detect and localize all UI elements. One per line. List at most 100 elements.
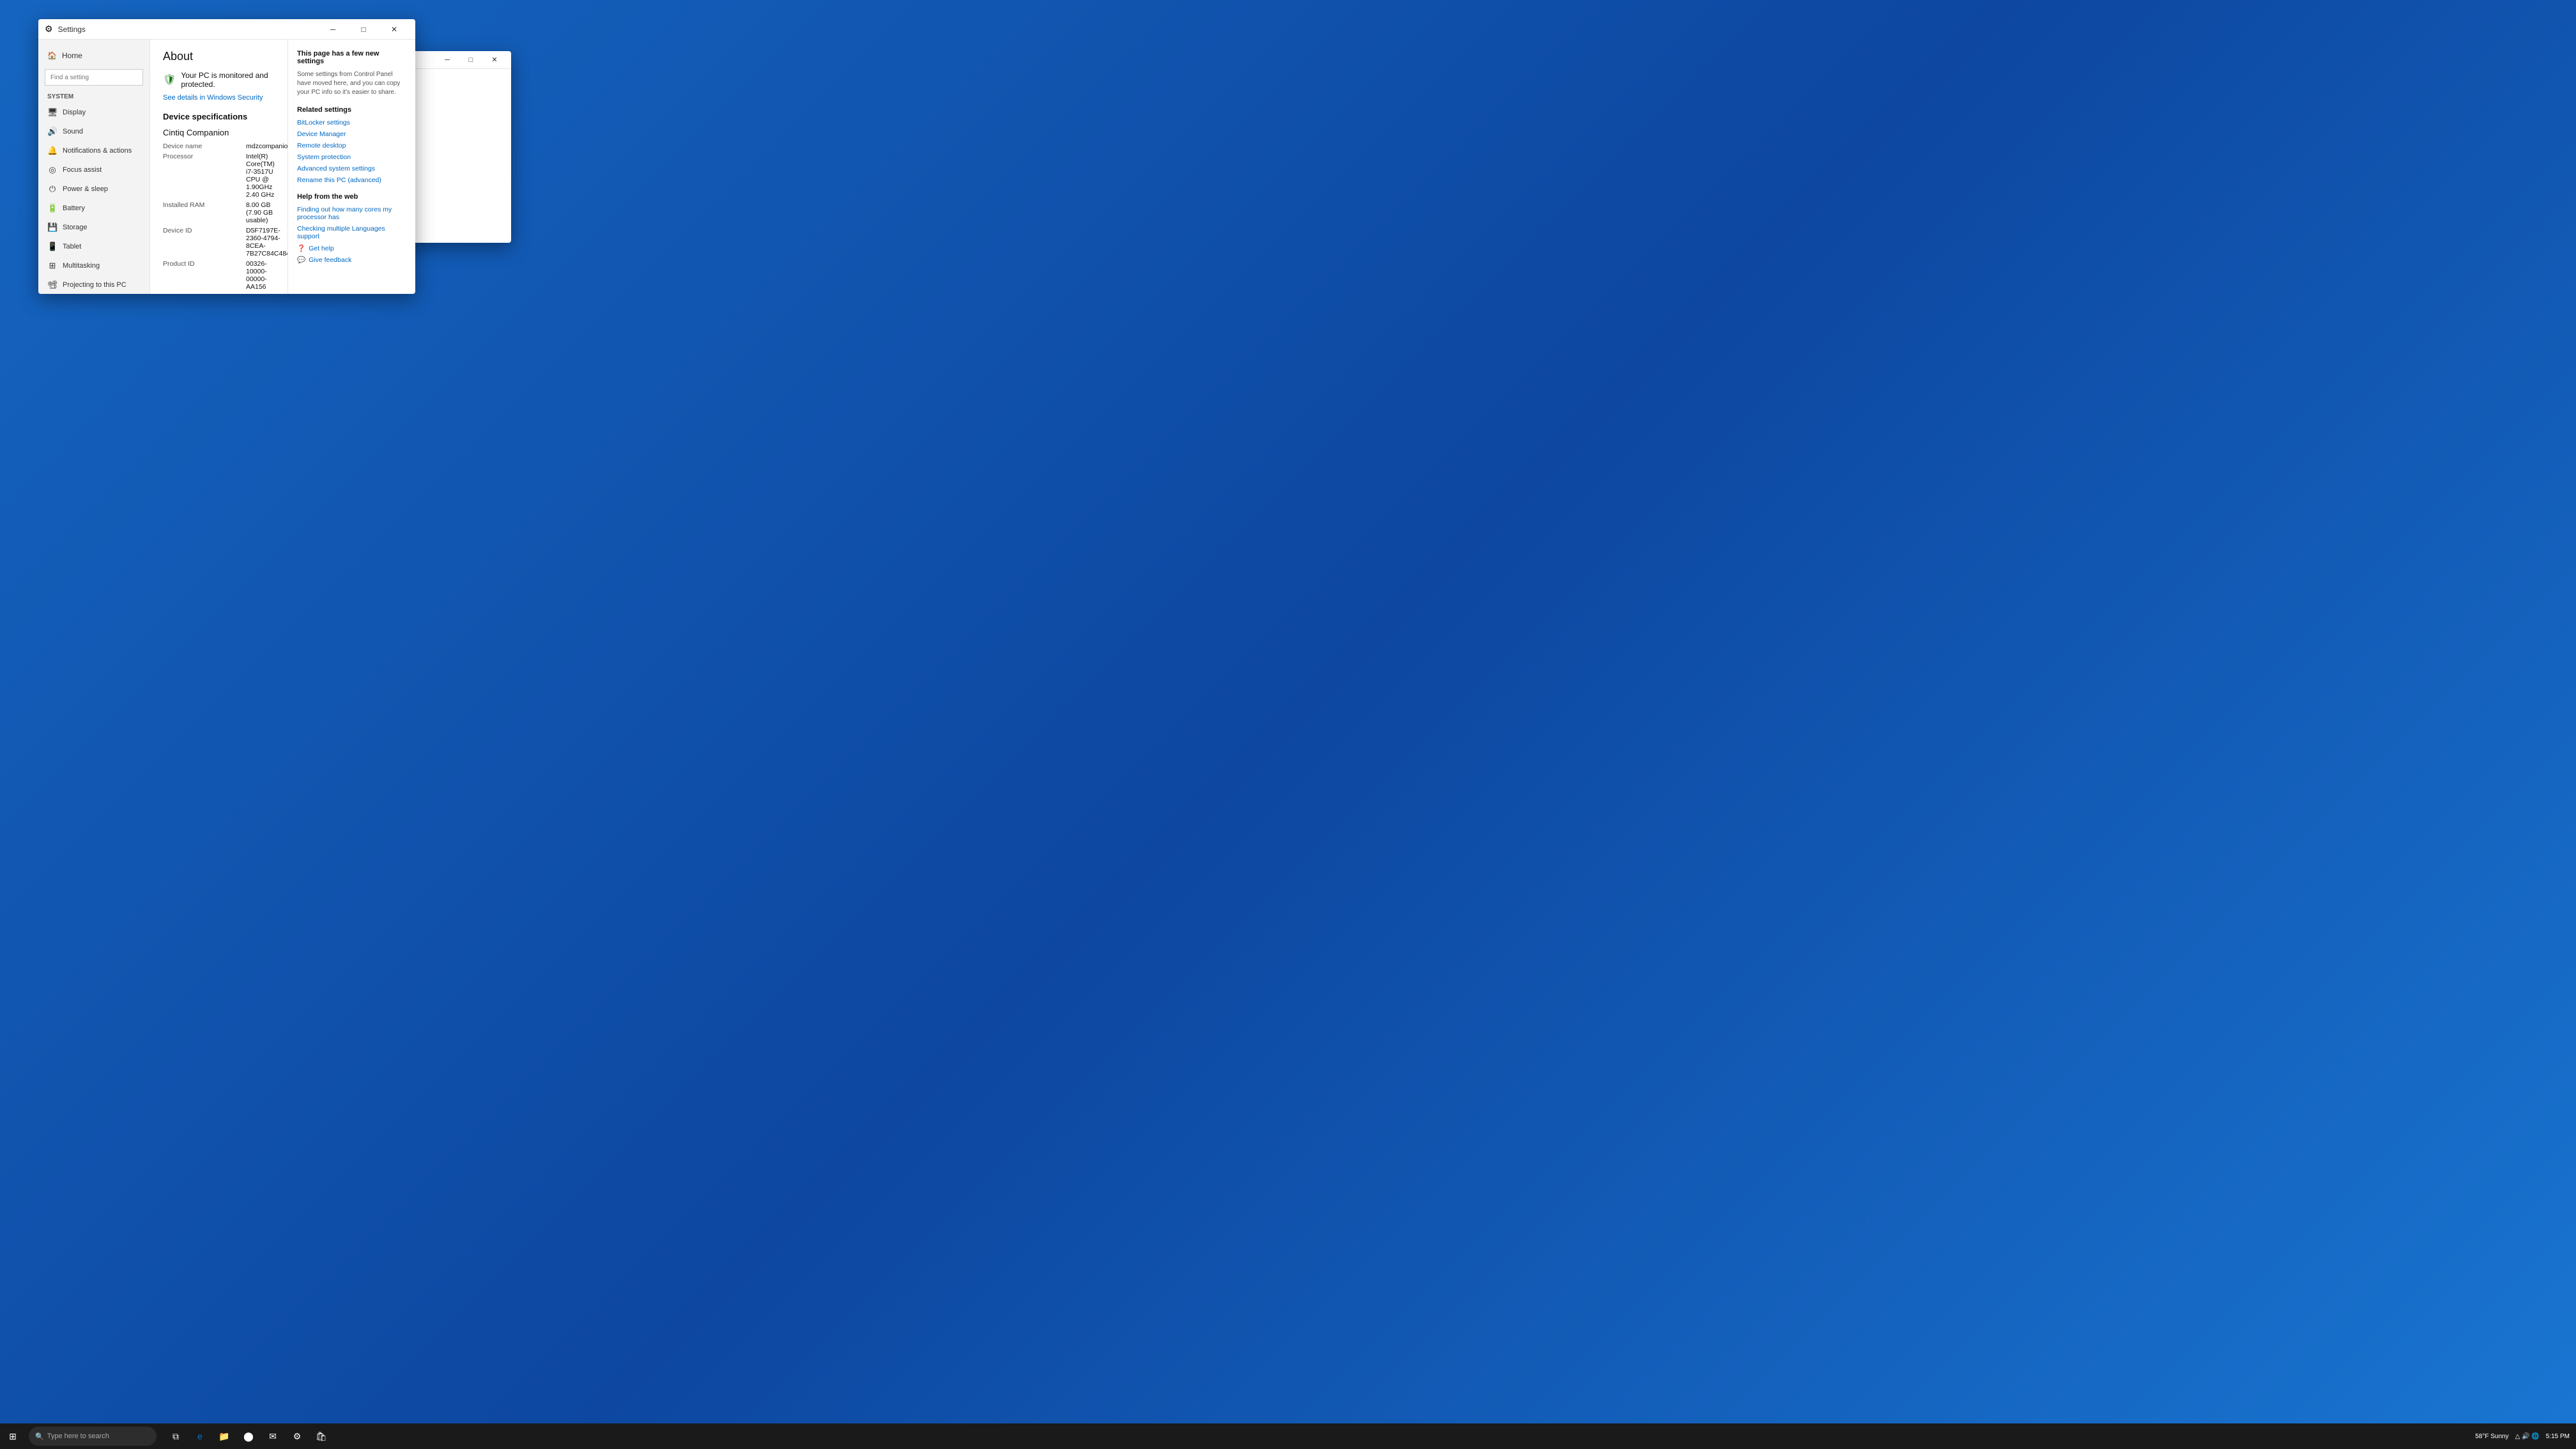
task-view-button[interactable]: ⧉ xyxy=(166,1427,185,1446)
help-from-web-title: Help from the web xyxy=(297,193,406,201)
settings-taskbar-button[interactable]: ⚙ xyxy=(288,1427,307,1446)
remote-desktop-link[interactable]: Remote desktop xyxy=(297,142,406,150)
see-details-link[interactable]: See details in Windows Security xyxy=(163,94,275,102)
spec-value: Intel(R) Core(TM) i7-3517U CPU @ 1.90GHz… xyxy=(246,153,275,199)
time-text: 5:15 PM xyxy=(2546,1433,2570,1440)
store-icon: 🛍 xyxy=(316,1431,327,1442)
new-settings-desc: Some settings from Control Panel have mo… xyxy=(297,70,406,97)
give-feedback-item[interactable]: 💬 Give feedback xyxy=(297,256,406,264)
device-specs-title: Device specifications xyxy=(163,112,275,121)
explorer-button[interactable]: 📁 xyxy=(215,1427,234,1446)
battery-icon: 🔋 xyxy=(47,203,57,213)
sidebar-search-input[interactable] xyxy=(45,69,143,86)
display-icon: 🖥 xyxy=(47,107,57,118)
bitlocker-settings-link[interactable]: BitLocker settings xyxy=(297,119,406,126)
sidebar-item-multitasking[interactable]: ⊞ Multitasking xyxy=(38,256,150,275)
second-minimize-button[interactable]: ─ xyxy=(436,51,459,69)
spec-label: System type xyxy=(163,293,246,294)
sidebar-home-label: Home xyxy=(62,51,82,60)
system-protection-link[interactable]: System protection xyxy=(297,153,406,161)
spec-row-device-name: Device name mdzcompanion xyxy=(163,142,275,150)
close-button[interactable]: ✕ xyxy=(379,19,409,40)
chrome-icon: ⬤ xyxy=(243,1431,254,1442)
system-tray-icons: △ 🔊 🌐 xyxy=(2515,1433,2540,1440)
cores-help-link[interactable]: Finding out how many cores my processor … xyxy=(297,206,406,221)
settings-icon: ⚙ xyxy=(45,24,53,34)
sidebar-item-battery[interactable]: 🔋 Battery xyxy=(38,199,150,218)
store-button[interactable]: 🛍 xyxy=(312,1427,331,1446)
sidebar-item-focus[interactable]: ◎ Focus assist xyxy=(38,160,150,180)
chrome-button[interactable]: ⬤ xyxy=(239,1427,258,1446)
sidebar-item-tablet[interactable]: 📱 Tablet xyxy=(38,237,150,256)
sidebar-projecting-label: Projecting to this PC xyxy=(63,281,126,289)
sidebar-focus-label: Focus assist xyxy=(63,166,102,174)
start-button[interactable]: ⊞ xyxy=(0,1423,26,1449)
notifications-icon: 🔔 xyxy=(47,146,57,156)
taskbar-search[interactable]: 🔍 Type here to search xyxy=(29,1427,157,1446)
sidebar: 🏠 Home System 🖥 Display 🔊 Sound 🔔 N xyxy=(38,40,150,294)
related-settings-title: Related settings xyxy=(297,106,406,114)
sidebar-item-power[interactable]: ⏻ Power & sleep xyxy=(38,180,150,199)
power-icon: ⏻ xyxy=(47,184,57,194)
spec-value: 64-bit operating system, x64-based proce… xyxy=(246,293,275,294)
sidebar-home[interactable]: 🏠 Home xyxy=(38,46,150,65)
sidebar-multitasking-label: Multitasking xyxy=(63,262,100,270)
main-content: About 🛡 Your PC is monitored and protect… xyxy=(150,40,288,294)
advanced-system-settings-link[interactable]: Advanced system settings xyxy=(297,165,406,172)
tablet-icon: 📱 xyxy=(47,241,57,252)
second-close-button[interactable]: ✕ xyxy=(483,51,506,69)
settings-window: ⚙ Settings ─ □ ✕ 🏠 Home System xyxy=(38,19,415,294)
spec-row-ram: Installed RAM 8.00 GB (7.90 GB usable) xyxy=(163,201,275,224)
second-maximize-button[interactable]: □ xyxy=(459,51,482,69)
shield-icon: 🛡 xyxy=(163,73,176,86)
get-help-item[interactable]: ❓ Get help xyxy=(297,244,406,252)
sidebar-search-container xyxy=(45,69,143,86)
window-titlebar: ⚙ Settings ─ □ ✕ xyxy=(38,19,415,40)
give-feedback-label: Give feedback xyxy=(309,256,351,264)
sidebar-item-storage[interactable]: 💾 Storage xyxy=(38,218,150,237)
right-panel: This page has a few new settings Some se… xyxy=(288,40,415,294)
spec-row-device-id: Device ID D5F7197E-2360-4794-8CEA-7B27C8… xyxy=(163,227,275,257)
maximize-button[interactable]: □ xyxy=(349,19,378,40)
system-section-header: System xyxy=(38,89,150,103)
feedback-icon: 💬 xyxy=(297,256,305,264)
spec-value: 00326-10000-00000-AA156 xyxy=(246,260,275,291)
protection-text: Your PC is monitored and protected. xyxy=(181,71,275,89)
sidebar-tablet-label: Tablet xyxy=(63,243,81,250)
sidebar-display-label: Display xyxy=(63,109,86,116)
spec-label: Product ID xyxy=(163,260,246,291)
taskbar: ⊞ 🔍 Type here to search ⧉ e 📁 ⬤ ✉ ⚙ xyxy=(0,1423,2576,1449)
about-title: About xyxy=(163,50,275,63)
device-manager-link[interactable]: Device Manager xyxy=(297,130,406,138)
storage-icon: 💾 xyxy=(47,222,57,233)
spec-row-product-id: Product ID 00326-10000-00000-AA156 xyxy=(163,260,275,291)
window-controls: ─ □ ✕ xyxy=(318,19,409,40)
sidebar-item-projecting[interactable]: 📽 Projecting to this PC xyxy=(38,275,150,294)
mail-button[interactable]: ✉ xyxy=(263,1427,282,1446)
protection-banner: 🛡 Your PC is monitored and protected. xyxy=(163,71,275,89)
rename-pc-advanced-link[interactable]: Rename this PC (advanced) xyxy=(297,176,406,184)
spec-row-system-type: System type 64-bit operating system, x64… xyxy=(163,293,275,294)
projecting-icon: 📽 xyxy=(47,280,57,290)
explorer-icon: 📁 xyxy=(218,1431,229,1442)
desktop: ⚙ Settings ─ □ ✕ 🏠 Home System xyxy=(0,0,2576,1449)
minimize-button[interactable]: ─ xyxy=(318,19,348,40)
sidebar-notifications-label: Notifications & actions xyxy=(63,147,132,155)
sidebar-item-display[interactable]: 🖥 Display xyxy=(38,103,150,122)
languages-help-link[interactable]: Checking multiple Languages support xyxy=(297,225,406,240)
sidebar-item-sound[interactable]: 🔊 Sound xyxy=(38,122,150,141)
sidebar-battery-label: Battery xyxy=(63,204,85,212)
spec-label: Processor xyxy=(163,153,246,199)
task-view-icon: ⧉ xyxy=(172,1431,179,1442)
sidebar-item-notifications[interactable]: 🔔 Notifications & actions xyxy=(38,141,150,160)
spec-row-processor: Processor Intel(R) Core(TM) i7-3517U CPU… xyxy=(163,153,275,199)
sidebar-storage-label: Storage xyxy=(63,224,88,231)
device-subsection: Cintiq Companion xyxy=(163,128,275,137)
new-settings-title: This page has a few new settings xyxy=(297,50,406,65)
spec-label: Device name xyxy=(163,142,246,150)
question-icon: ❓ xyxy=(297,244,305,252)
edge-button[interactable]: e xyxy=(190,1427,210,1446)
spec-value: D5F7197E-2360-4794-8CEA-7B27C84C4844 xyxy=(246,227,288,257)
spec-value: mdzcompanion xyxy=(246,142,288,150)
spec-label: Device ID xyxy=(163,227,246,257)
